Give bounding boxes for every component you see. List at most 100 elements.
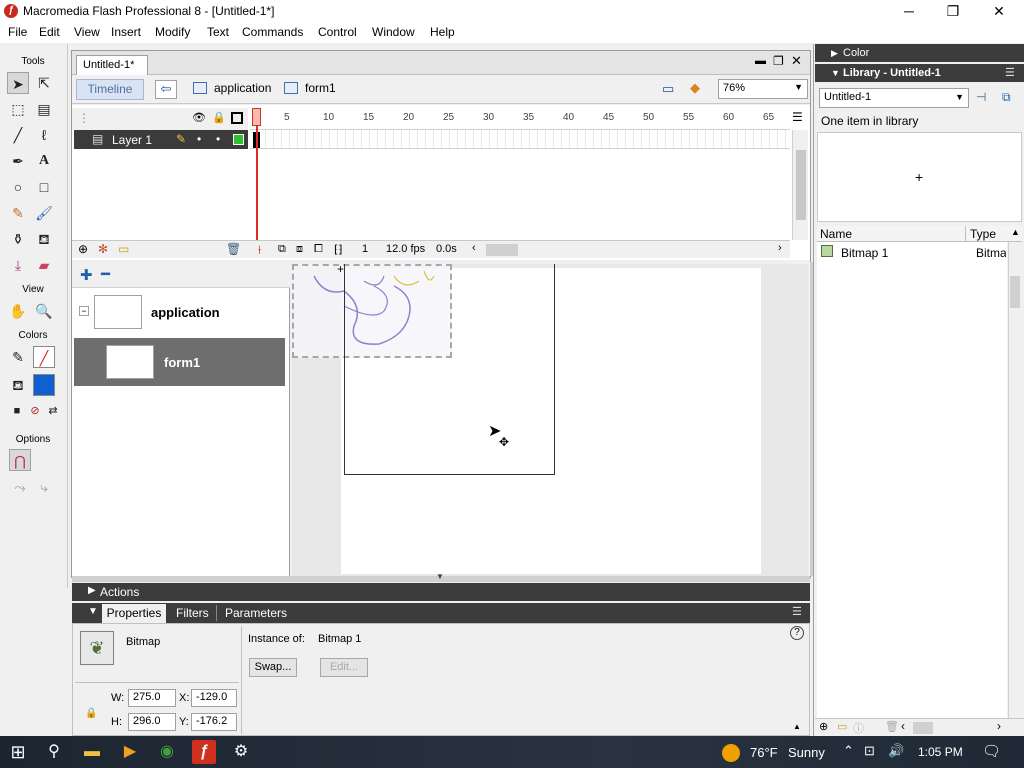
breadcrumb-application[interactable]: application bbox=[214, 81, 271, 95]
constrain-lock-icon[interactable]: 🔒 bbox=[85, 708, 97, 719]
weather-sun-icon[interactable] bbox=[722, 744, 740, 762]
library-document-select[interactable]: Untitled-1 ▼ bbox=[819, 88, 969, 108]
timeline-menu-icon[interactable]: ☰ bbox=[792, 110, 803, 124]
network-icon[interactable]: ⊡ bbox=[864, 743, 875, 759]
subselection-tool-icon[interactable]: ⇱ bbox=[33, 72, 55, 94]
breadcrumb-form1[interactable]: form1 bbox=[305, 81, 336, 95]
selection-tool-icon[interactable]: ➤ bbox=[7, 72, 29, 94]
eyedropper-tool-icon[interactable]: ⤓ bbox=[7, 254, 29, 276]
collapse-icon[interactable]: − bbox=[79, 306, 89, 316]
form1-bounds[interactable] bbox=[344, 264, 555, 475]
collapse-arrow-icon[interactable]: ▼ bbox=[436, 572, 444, 581]
clock-time[interactable]: 1:05 PM bbox=[918, 745, 963, 759]
insert-folder-icon[interactable]: ▭ bbox=[118, 242, 129, 256]
media-player-icon[interactable]: ▶ bbox=[118, 740, 142, 764]
lasso-tool-icon[interactable]: ℓ bbox=[33, 124, 55, 146]
actions-panel-header[interactable]: ▶ Actions bbox=[72, 583, 810, 601]
help-icon[interactable]: ? bbox=[790, 626, 804, 640]
library-item[interactable]: Bitmap 1 Bitmap bbox=[817, 245, 1007, 261]
lock-dot-icon[interactable]: • bbox=[216, 132, 220, 146]
menu-help[interactable]: Help bbox=[430, 25, 455, 39]
rectangle-tool-icon[interactable]: □ bbox=[33, 176, 55, 198]
height-field[interactable]: 296.0 bbox=[128, 713, 176, 731]
insert-layer-icon[interactable]: ⊕ bbox=[78, 242, 88, 256]
menu-control[interactable]: Control bbox=[318, 25, 357, 39]
expand-panel-icon[interactable]: ▲ bbox=[793, 722, 801, 731]
playhead[interactable] bbox=[256, 110, 258, 240]
menu-modify[interactable]: Modify bbox=[155, 25, 190, 39]
y-field[interactable]: -176.2 bbox=[191, 713, 237, 731]
new-library-panel-icon[interactable]: ⧉ bbox=[1002, 90, 1011, 105]
menu-edit[interactable]: Edit bbox=[39, 25, 60, 39]
new-folder-icon[interactable]: ▭ bbox=[837, 720, 847, 733]
free-transform-tool-icon[interactable]: ⬚ bbox=[7, 98, 29, 120]
menu-text[interactable]: Text bbox=[207, 25, 229, 39]
scroll-thumb[interactable] bbox=[796, 150, 806, 220]
timeline-toggle-button[interactable]: Timeline bbox=[76, 79, 144, 100]
library-panel-header[interactable]: ▼ Library - Untitled-1 ☰ bbox=[815, 64, 1024, 82]
playhead-handle[interactable] bbox=[252, 108, 261, 126]
minimize-button[interactable]: ─ bbox=[886, 0, 932, 23]
width-field[interactable]: 275.0 bbox=[128, 689, 176, 707]
windows-start-icon[interactable]: ⊞ bbox=[6, 740, 30, 764]
scroll-thumb[interactable] bbox=[1010, 276, 1020, 308]
new-symbol-icon[interactable]: ⊕ bbox=[819, 720, 828, 733]
add-screen-icon[interactable]: ✚ bbox=[80, 266, 93, 284]
panel-menu-icon[interactable]: ☰ bbox=[792, 605, 802, 618]
edit-scene-icon[interactable]: ▭ bbox=[662, 81, 674, 97]
type-column-header[interactable]: Type bbox=[970, 227, 996, 241]
document-tab[interactable]: Untitled-1* bbox=[76, 55, 148, 75]
hand-tool-icon[interactable]: ✋ bbox=[7, 300, 29, 322]
menu-file[interactable]: File bbox=[8, 25, 27, 39]
notifications-icon[interactable]: 🗨 bbox=[982, 742, 1001, 760]
paint-bucket-tool-icon[interactable]: ⛾ bbox=[33, 228, 55, 250]
screen-name-application[interactable]: application bbox=[151, 305, 220, 320]
tab-filters[interactable]: Filters bbox=[176, 606, 209, 620]
timeline-hscroll-thumb[interactable] bbox=[486, 244, 518, 256]
delete-layer-icon[interactable]: 🗑 bbox=[226, 242, 241, 256]
library-hscroll-thumb[interactable] bbox=[913, 722, 933, 734]
line-tool-icon[interactable]: ╱ bbox=[7, 124, 29, 146]
eraser-tool-icon[interactable]: ▰ bbox=[33, 254, 55, 276]
lock-icon[interactable]: 🔒 bbox=[212, 111, 226, 124]
oval-tool-icon[interactable]: ○ bbox=[7, 176, 29, 198]
doc-minimize-icon[interactable]: ▬ bbox=[755, 55, 766, 67]
color-panel-header[interactable]: ▶ Color bbox=[815, 44, 1024, 62]
close-button[interactable]: ✕ bbox=[976, 0, 1022, 23]
tab-properties[interactable]: Properties bbox=[102, 604, 166, 623]
panel-menu-icon[interactable]: ☰ bbox=[1005, 64, 1015, 82]
zoom-tool-icon[interactable]: 🔍 bbox=[33, 300, 55, 322]
flash-taskbar-icon[interactable]: ƒ bbox=[192, 740, 216, 764]
layer-name[interactable]: Layer 1 bbox=[112, 133, 152, 147]
smooth-icon[interactable]: ⤳ bbox=[9, 476, 31, 498]
pen-tool-icon[interactable]: ✒ bbox=[7, 150, 29, 172]
stroke-color-swatch[interactable]: ╱ bbox=[33, 346, 55, 368]
weather-temperature[interactable]: 76°F bbox=[750, 745, 778, 760]
properties-icon[interactable]: ⓘ bbox=[853, 720, 864, 736]
tab-parameters[interactable]: Parameters bbox=[225, 606, 287, 620]
doc-close-icon[interactable]: ✕ bbox=[791, 53, 802, 69]
menu-commands[interactable]: Commands bbox=[242, 25, 303, 39]
scroll-left-icon[interactable]: ‹ bbox=[901, 719, 905, 733]
search-icon[interactable]: ⚲ bbox=[42, 740, 66, 764]
edit-button[interactable]: Edit... bbox=[320, 658, 368, 677]
library-vscroll[interactable] bbox=[1008, 242, 1022, 718]
chrome-icon[interactable]: ◉ bbox=[155, 740, 179, 764]
ink-bottle-tool-icon[interactable]: ⚱ bbox=[7, 228, 29, 250]
center-frame-icon[interactable]: ⍿ bbox=[258, 243, 261, 258]
scroll-right-icon[interactable]: › bbox=[997, 719, 1001, 733]
sort-icon[interactable]: ▲ bbox=[1011, 227, 1020, 237]
menu-window[interactable]: Window bbox=[372, 25, 415, 39]
pin-library-icon[interactable]: ⊣ bbox=[976, 90, 986, 104]
stroke-color-icon[interactable]: ✎ bbox=[7, 346, 29, 368]
pencil-tool-icon[interactable]: ✎ bbox=[7, 202, 29, 224]
onion-skin-icon[interactable]: ⧉ bbox=[278, 243, 286, 256]
add-motion-guide-icon[interactable]: ✻ bbox=[98, 242, 108, 256]
fill-transform-tool-icon[interactable]: ▤ bbox=[33, 98, 55, 120]
volume-icon[interactable]: 🔊 bbox=[888, 743, 904, 759]
swap-colors-icon[interactable]: ⇄ bbox=[42, 400, 64, 422]
scroll-left-icon[interactable]: ‹ bbox=[472, 242, 476, 254]
swap-button[interactable]: Swap... bbox=[249, 658, 297, 677]
edit-multiple-frames-icon[interactable]: ⧠ bbox=[314, 243, 323, 256]
back-arrow-icon[interactable]: ⇦ bbox=[155, 80, 177, 99]
